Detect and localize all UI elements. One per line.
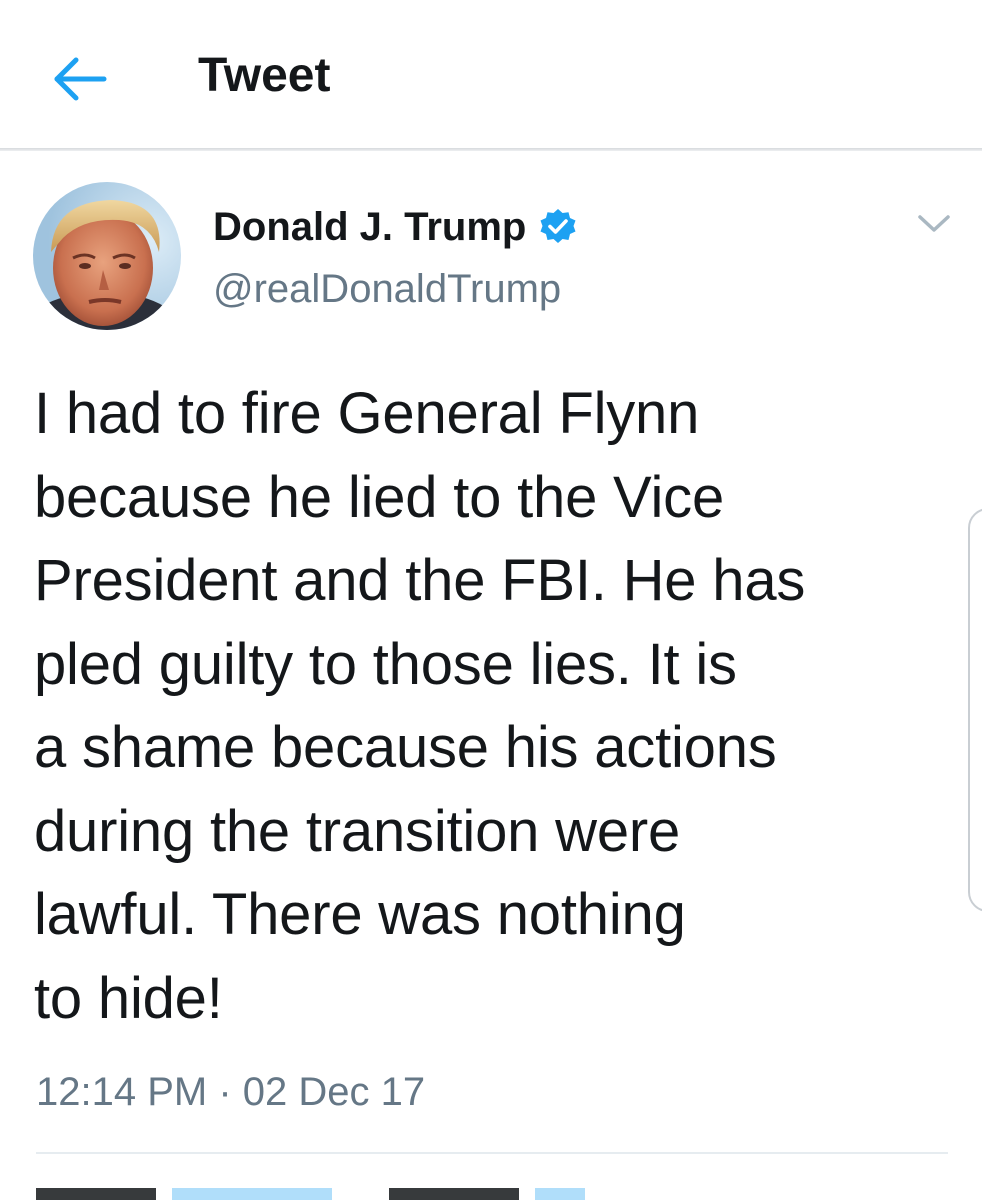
back-button[interactable] <box>40 44 120 114</box>
stats-fragment <box>535 1188 586 1200</box>
tweet-text: I had to fire General Flynn because he l… <box>34 381 806 1031</box>
app-header: Tweet <box>0 0 982 150</box>
header-divider <box>0 148 982 151</box>
stats-divider <box>36 1152 948 1154</box>
stats-row-partial <box>36 1188 948 1200</box>
verified-badge-icon <box>540 209 576 243</box>
chevron-down-icon <box>918 215 950 232</box>
avatar[interactable] <box>33 182 181 330</box>
profile-photo <box>33 182 181 330</box>
page-title: Tweet <box>198 49 331 102</box>
stats-fragment <box>36 1188 156 1200</box>
stats-fragment <box>388 1188 519 1200</box>
stats-fragment <box>172 1188 333 1200</box>
tweet-menu-button[interactable] <box>912 204 956 244</box>
author-name-label: Donald J. Trump <box>213 205 527 249</box>
arrow-left-icon <box>54 57 107 101</box>
author-name[interactable]: Donald J. Trump <box>213 201 578 253</box>
tweet-timestamp[interactable]: 12:14 PM · 02 Dec 17 <box>36 1064 425 1120</box>
author-handle[interactable]: @realDonaldTrump <box>213 262 561 316</box>
tweet-detail-screen: Tweet Donald J. Trump @realDonaldTrump I… <box>0 0 982 1200</box>
scrollbar-thumb[interactable] <box>968 508 982 912</box>
